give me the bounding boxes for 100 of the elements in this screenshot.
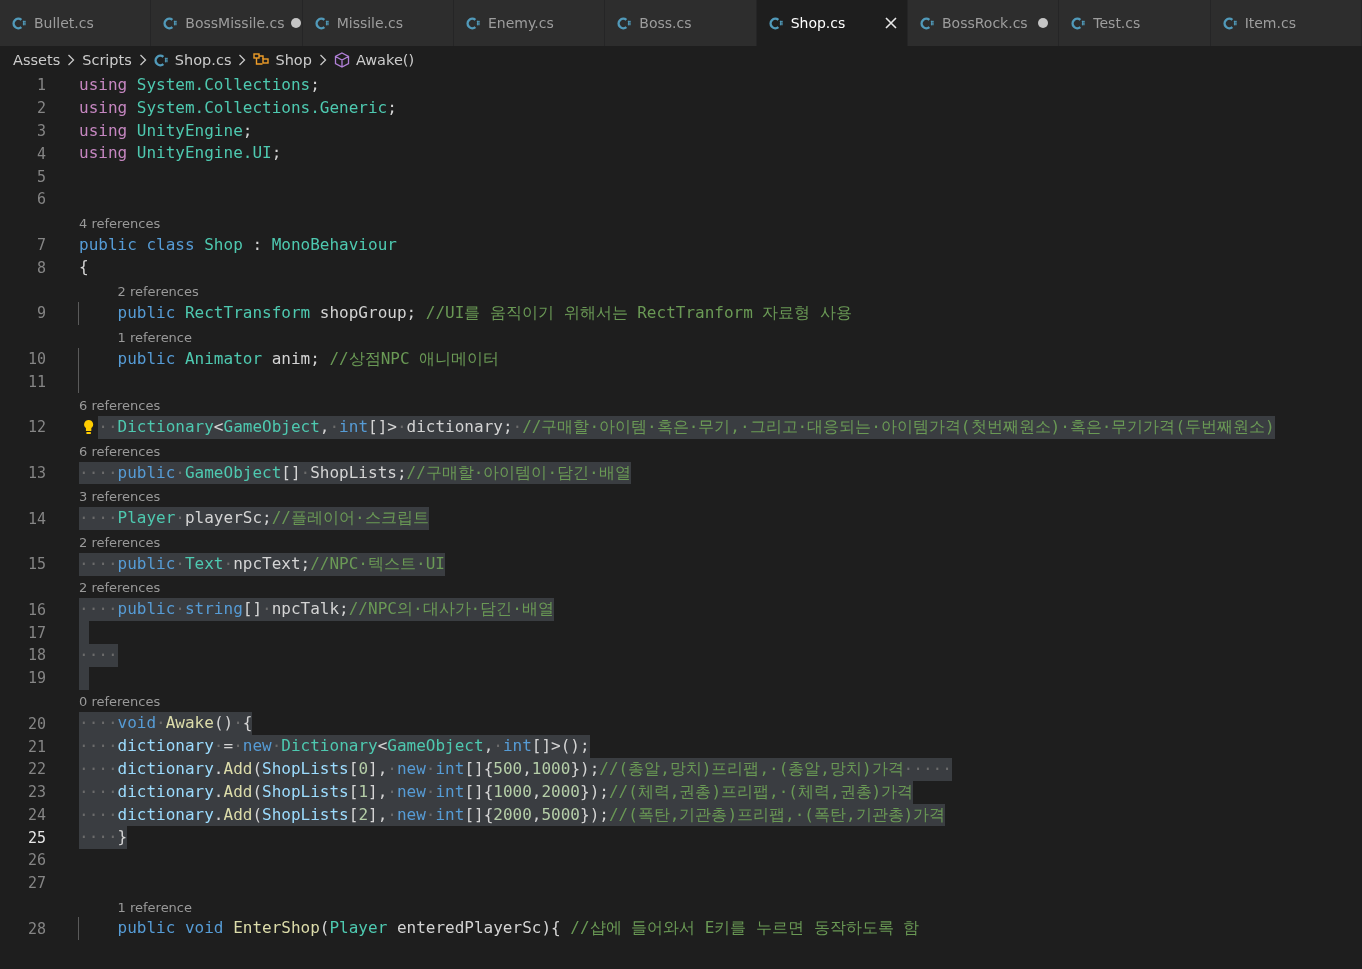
code-token: 0 xyxy=(358,758,369,778)
code-comment: //구매할·아이템이·담긴·배열 xyxy=(406,462,631,482)
code-token: npcText; xyxy=(233,553,311,573)
code-token: } xyxy=(117,827,128,847)
code-token: [ xyxy=(348,804,359,824)
code-token: 2000 xyxy=(541,781,580,801)
close-icon[interactable] xyxy=(884,17,897,29)
code-token: anim; xyxy=(270,348,321,368)
reference-count[interactable]: 4 references xyxy=(79,215,161,231)
whitespace-marker: ···· xyxy=(79,827,118,847)
chevron-icon xyxy=(238,54,247,66)
line-number: 8 xyxy=(35,258,46,277)
whitespace-marker: ···· xyxy=(79,553,118,573)
line-number: 14 xyxy=(26,509,46,528)
whitespace-marker: · xyxy=(329,416,340,436)
code-token: , xyxy=(522,758,532,778)
whitespace-marker: ···· xyxy=(79,599,118,619)
whitespace-marker: ·· xyxy=(98,416,118,436)
code-token: npcTalk; xyxy=(271,599,349,619)
code-token: new xyxy=(396,781,426,801)
code-token: ShopLists xyxy=(262,758,349,778)
chevron-icon xyxy=(318,54,327,66)
whitespace-marker: · xyxy=(175,462,185,482)
code-token: Add xyxy=(223,804,253,824)
code-token: System.Collections.Generic xyxy=(136,97,388,117)
breadcrumb-item[interactable]: Shop.cs xyxy=(153,52,232,68)
code-token: }); xyxy=(580,781,609,801)
reference-count[interactable]: 2 references xyxy=(79,580,161,596)
whitespace-marker: · xyxy=(387,781,397,801)
reference-count[interactable]: 2 references xyxy=(117,284,199,300)
code-token: [ xyxy=(348,758,359,778)
csharp-icon xyxy=(163,15,179,31)
line-number: 13 xyxy=(26,463,46,482)
whitespace-marker: · xyxy=(271,736,282,756)
breadcrumb-item[interactable]: Scripts xyxy=(82,52,132,68)
reference-count[interactable]: 2 references xyxy=(79,534,161,550)
whitespace-marker: · xyxy=(387,804,397,824)
code-token: < xyxy=(377,736,388,756)
line-number: 23 xyxy=(26,783,46,802)
whitespace-marker: · xyxy=(223,553,234,573)
line-number: 21 xyxy=(26,737,46,756)
code-token: = xyxy=(223,736,234,756)
code-token: dictionary xyxy=(117,804,214,824)
code-token: System.Collections xyxy=(136,75,311,94)
breadcrumb-item[interactable]: Assets xyxy=(13,52,61,68)
reference-count[interactable]: 0 references xyxy=(79,694,161,710)
code-comment: //플레이어·스크립트 xyxy=(271,508,429,528)
cube-icon xyxy=(333,52,350,68)
line-number: 4 xyxy=(35,144,46,163)
whitespace-marker: · xyxy=(233,736,243,756)
line-number: 22 xyxy=(26,760,46,779)
reference-count[interactable]: 1 reference xyxy=(117,329,192,345)
line-number: 9 xyxy=(35,304,46,323)
chevron-icon xyxy=(138,54,147,66)
code-token: Dictionary xyxy=(117,416,214,436)
reference-count[interactable]: 6 references xyxy=(79,443,161,459)
editor-tab[interactable]: Shop.cs xyxy=(756,0,908,46)
whitespace-marker: · xyxy=(262,599,272,619)
code-token: string xyxy=(184,599,243,619)
csharp-icon xyxy=(919,15,935,31)
line-number: 25 xyxy=(26,828,46,847)
code-token: 2 xyxy=(358,804,369,824)
code-token: { xyxy=(79,257,89,277)
reference-count[interactable]: 6 references xyxy=(79,398,161,414)
code-token: 1000 xyxy=(493,781,532,801)
reference-count[interactable]: 1 reference xyxy=(117,899,192,915)
whitespace-marker: · xyxy=(233,713,243,733)
code-token: int xyxy=(435,781,465,801)
code-token: }); xyxy=(570,758,600,778)
line-number: 16 xyxy=(26,600,46,619)
code-token: UnityEngine.UI xyxy=(136,143,272,163)
code-token: using xyxy=(79,143,129,163)
line-number: 12 xyxy=(26,418,46,437)
reference-count[interactable]: 3 references xyxy=(79,489,161,505)
code-token: Player xyxy=(329,918,388,938)
whitespace-marker: · xyxy=(300,462,311,482)
code-token: dictionary xyxy=(117,736,214,756)
code-token: EnterShop xyxy=(233,918,320,938)
code-token: public class xyxy=(79,234,196,254)
whitespace-marker: · xyxy=(425,758,436,778)
code-token: ], xyxy=(368,781,388,801)
code-token: new xyxy=(396,758,426,778)
code-token: int xyxy=(435,758,465,778)
whitespace-marker: · xyxy=(425,781,436,801)
code-token: , xyxy=(483,736,494,756)
breadcrumb-item[interactable]: Awake() xyxy=(333,52,415,68)
code-token: shopGroup; xyxy=(318,302,418,322)
code-token: [] xyxy=(281,462,301,482)
code-token: ], xyxy=(368,804,388,824)
code-token: dictionary; xyxy=(406,416,513,436)
code-token: . xyxy=(213,804,224,824)
whitespace-marker: · xyxy=(387,758,397,778)
whitespace-marker: · xyxy=(396,416,407,436)
whitespace-marker: ···· xyxy=(79,804,118,824)
class-icon xyxy=(253,52,270,68)
code-comment: //NPC의·대사가·담긴·배열 xyxy=(348,599,554,619)
code-token: public void xyxy=(117,918,225,938)
breadcrumb-item[interactable]: Shop xyxy=(253,52,312,68)
line-number: 17 xyxy=(26,623,46,642)
code-token: () xyxy=(213,713,234,733)
